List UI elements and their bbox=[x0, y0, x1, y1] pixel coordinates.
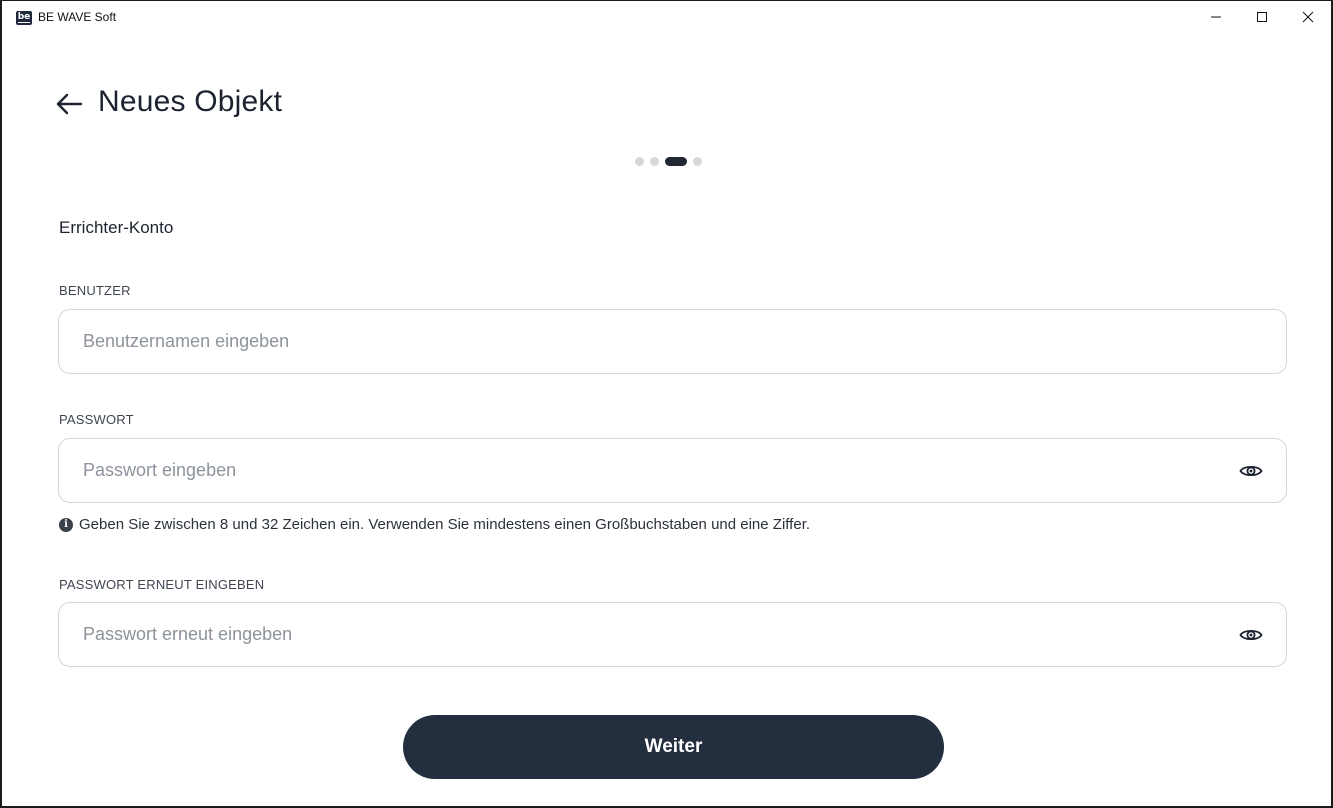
user-label: BENUTZER bbox=[59, 283, 131, 298]
eye-icon bbox=[1239, 465, 1263, 476]
maximize-icon bbox=[1257, 12, 1267, 22]
close-icon bbox=[1302, 11, 1314, 23]
next-button[interactable]: Weiter bbox=[403, 715, 944, 779]
title-bar: be BE WAVE Soft bbox=[2, 1, 1331, 33]
window-controls bbox=[1193, 1, 1331, 33]
minimize-icon bbox=[1211, 16, 1221, 18]
password-hint: i Geben Sie zwischen 8 und 32 Zeichen ei… bbox=[59, 516, 810, 533]
user-field bbox=[58, 309, 1287, 374]
minimize-button[interactable] bbox=[1193, 1, 1239, 33]
step-indicator bbox=[635, 157, 702, 166]
eye-icon bbox=[1239, 629, 1263, 640]
back-button[interactable] bbox=[54, 89, 84, 119]
app-window: be BE WAVE Soft Neues Objekt Errichter-K… bbox=[0, 0, 1333, 808]
close-button[interactable] bbox=[1285, 1, 1331, 33]
section-title: Errichter-Konto bbox=[59, 218, 174, 237]
password-input[interactable] bbox=[59, 439, 1286, 502]
page-title: Neues Objekt bbox=[98, 85, 283, 118]
password-repeat-field bbox=[58, 602, 1287, 667]
maximize-button[interactable] bbox=[1239, 1, 1285, 33]
password-label: PASSWORT bbox=[59, 412, 134, 427]
password-visibility-toggle[interactable] bbox=[1238, 462, 1264, 480]
app-logo: be bbox=[16, 11, 32, 25]
user-input[interactable] bbox=[59, 310, 1286, 373]
step-dot-4 bbox=[693, 157, 702, 166]
step-dot-1 bbox=[635, 157, 644, 166]
password-repeat-input[interactable] bbox=[59, 603, 1286, 666]
step-dot-2 bbox=[650, 157, 659, 166]
password-field bbox=[58, 438, 1287, 503]
arrow-left-icon bbox=[56, 93, 83, 115]
window-title: BE WAVE Soft bbox=[38, 10, 117, 24]
info-icon: i bbox=[59, 517, 73, 532]
password-repeat-visibility-toggle[interactable] bbox=[1238, 626, 1264, 644]
password-hint-text: Geben Sie zwischen 8 und 32 Zeichen ein.… bbox=[79, 516, 811, 533]
password-repeat-label: PASSWORT ERNEUT EINGEBEN bbox=[59, 577, 265, 592]
step-dot-3-active bbox=[665, 157, 687, 166]
